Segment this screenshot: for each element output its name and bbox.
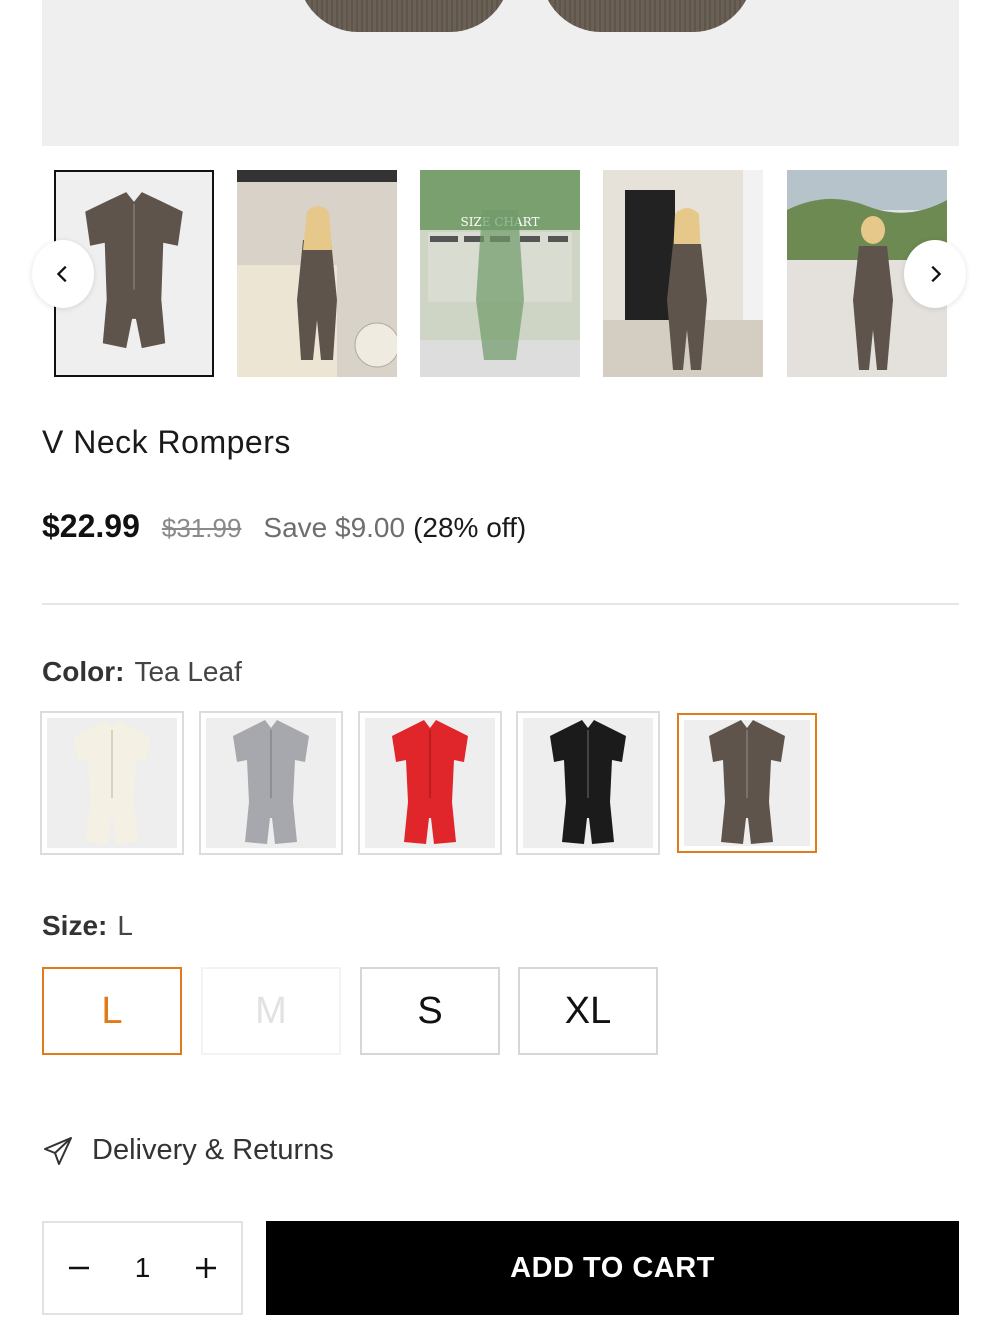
chevron-right-icon (931, 265, 942, 283)
garment-hem-left (298, 0, 510, 32)
swatch-image (206, 718, 336, 848)
swatch-image (365, 718, 495, 848)
discount-percent: (28% off) (413, 512, 527, 543)
compare-at-price: $31.99 (161, 513, 242, 543)
size-option-xl[interactable]: XL (518, 967, 658, 1055)
gallery-prev-button[interactable] (32, 240, 94, 308)
swatch-image (47, 718, 177, 848)
color-swatch-3[interactable] (358, 711, 502, 855)
sale-price: $22.99 (42, 508, 140, 544)
selected-color-name: Tea Leaf (134, 656, 242, 687)
size-chart-image: SIZE CHART (420, 170, 580, 377)
divider (42, 603, 959, 605)
delivery-returns-link[interactable]: Delivery & Returns (42, 1134, 334, 1167)
size-option-m[interactable]: M (201, 967, 341, 1055)
size-label-text: Size: (42, 910, 108, 941)
main-product-image (42, 0, 959, 146)
size-option-l[interactable]: L (42, 967, 182, 1055)
thumbnail-size-chart[interactable]: SIZE CHART (420, 170, 580, 377)
romper-tea-leaf-icon (709, 720, 785, 844)
color-swatch-5[interactable] (677, 713, 817, 853)
model-by-car-image (237, 170, 397, 377)
savings-amount: Save $9.00 (263, 512, 406, 543)
garment-hem-right (541, 0, 753, 32)
quantity-value[interactable]: 1 (135, 1252, 151, 1284)
swatch-image (684, 720, 810, 846)
thumbnail-model-by-car[interactable] (237, 170, 397, 377)
paper-plane-icon (44, 1136, 72, 1165)
romper-grey-icon (233, 720, 309, 844)
color-swatch-1[interactable] (40, 711, 184, 855)
quantity-decrease-button[interactable] (64, 1253, 94, 1283)
chevron-left-icon (56, 265, 67, 283)
delivery-returns-label: Delivery & Returns (92, 1134, 334, 1166)
color-swatch-4[interactable] (516, 711, 660, 855)
selected-size: L (117, 910, 133, 941)
minus-icon (69, 1266, 89, 1270)
romper-red-icon (392, 720, 468, 844)
price-row: $22.99 $31.99 Save $9.00 (28% off) (42, 508, 526, 545)
quantity-increase-button[interactable] (191, 1253, 221, 1283)
color-label-text: Color: (42, 656, 125, 687)
product-title: V Neck Rompers (42, 424, 291, 460)
romper-black-icon (550, 720, 626, 844)
swatch-image (523, 718, 653, 848)
plus-icon (195, 1258, 216, 1278)
quantity-stepper: 1 (42, 1221, 243, 1315)
gallery-next-button[interactable] (904, 240, 966, 308)
color-label: Color: Tea Leaf (42, 656, 242, 688)
romper-cream-icon (74, 720, 150, 844)
add-to-cart-button[interactable]: ADD TO CART (266, 1221, 959, 1315)
model-front-image (603, 170, 763, 377)
size-label: Size: L (42, 910, 133, 942)
size-option-s[interactable]: S (360, 967, 500, 1055)
color-swatch-2[interactable] (199, 711, 343, 855)
thumbnail-gallery: SIZE CHART (42, 170, 959, 377)
thumbnail-model-front-doorway[interactable] (603, 170, 763, 377)
